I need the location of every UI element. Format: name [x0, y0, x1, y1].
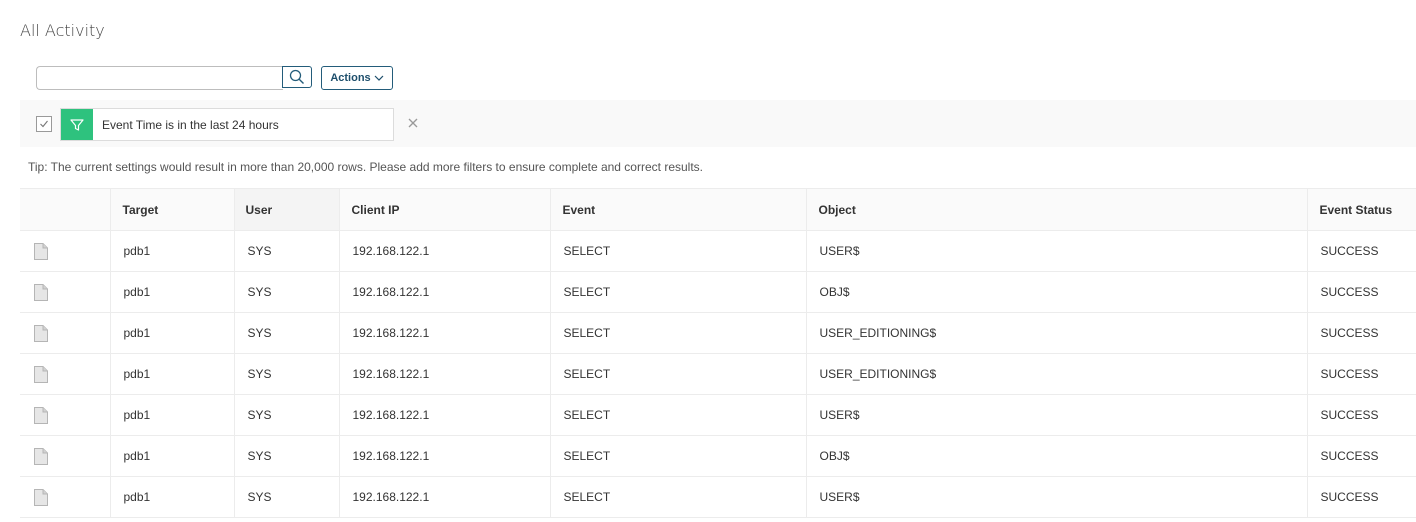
cell-user: SYS	[233, 271, 339, 313]
table-row[interactable]: pdb1 SYS 192.168.122.1 SELECT OBJ$ SUCCE…	[20, 271, 1416, 313]
row-icon-cell	[20, 230, 110, 272]
row-icon-cell	[20, 312, 110, 354]
filter-funnel-icon	[70, 118, 84, 131]
column-header-event[interactable]: Event	[549, 188, 806, 231]
cell-target: pdb1	[109, 394, 234, 436]
cell-object: USER$	[805, 230, 1307, 272]
document-icon[interactable]	[34, 242, 48, 260]
cell-client-ip: 192.168.122.1	[338, 435, 550, 477]
row-icon-cell	[20, 476, 110, 518]
cell-object: USER$	[805, 394, 1307, 436]
table-row[interactable]: pdb1 SYS 192.168.122.1 SELECT USER$ SUCC…	[20, 394, 1416, 436]
column-header-client-ip[interactable]: Client IP	[338, 188, 550, 231]
cell-object: OBJ$	[805, 271, 1307, 313]
filter-pill-icon-box	[61, 109, 93, 140]
cell-user: SYS	[233, 476, 339, 518]
cell-event-status: SUCCESS	[1306, 312, 1416, 354]
table-row[interactable]: pdb1 SYS 192.168.122.1 SELECT USER_EDITI…	[20, 353, 1416, 395]
activity-table: Target User Client IP Event Object Event…	[20, 188, 1416, 518]
cell-user: SYS	[233, 230, 339, 272]
cell-client-ip: 192.168.122.1	[338, 353, 550, 395]
cell-target: pdb1	[109, 271, 234, 313]
filter-checkbox[interactable]	[36, 116, 52, 132]
cell-object: USER_EDITIONING$	[805, 312, 1307, 354]
document-icon[interactable]	[34, 406, 48, 424]
cell-object: OBJ$	[805, 435, 1307, 477]
document-icon[interactable]	[34, 365, 48, 383]
cell-client-ip: 192.168.122.1	[338, 271, 550, 313]
document-icon[interactable]	[34, 488, 48, 506]
cell-event-status: SUCCESS	[1306, 353, 1416, 395]
filter-bar: Event Time is in the last 24 hours	[20, 100, 1416, 147]
cell-event: SELECT	[549, 476, 806, 518]
cell-event-status: SUCCESS	[1306, 271, 1416, 313]
table-body: pdb1 SYS 192.168.122.1 SELECT USER$ SUCC…	[20, 230, 1416, 518]
checkmark-icon	[40, 120, 48, 128]
cell-event: SELECT	[549, 394, 806, 436]
cell-client-ip: 192.168.122.1	[338, 476, 550, 518]
column-header-target[interactable]: Target	[109, 188, 234, 231]
search-input[interactable]	[36, 66, 283, 90]
cell-object: USER_EDITIONING$	[805, 353, 1307, 395]
cell-event-status: SUCCESS	[1306, 230, 1416, 272]
close-icon	[408, 118, 418, 128]
table-row[interactable]: pdb1 SYS 192.168.122.1 SELECT OBJ$ SUCCE…	[20, 435, 1416, 477]
column-header-object[interactable]: Object	[805, 188, 1307, 231]
row-icon-cell	[20, 394, 110, 436]
cell-target: pdb1	[109, 435, 234, 477]
actions-button[interactable]: Actions	[321, 66, 393, 90]
tip-text: Tip: The current settings would result i…	[28, 160, 703, 174]
cell-target: pdb1	[109, 476, 234, 518]
page-title: All Activity	[20, 21, 105, 40]
column-header-event-status[interactable]: Event Status	[1306, 188, 1416, 231]
cell-user: SYS	[233, 353, 339, 395]
cell-user: SYS	[233, 435, 339, 477]
actions-button-label: Actions	[330, 72, 371, 84]
table-row[interactable]: pdb1 SYS 192.168.122.1 SELECT USER$ SUCC…	[20, 476, 1416, 518]
cell-event: SELECT	[549, 353, 806, 395]
cell-event-status: SUCCESS	[1306, 435, 1416, 477]
search-button[interactable]	[282, 66, 312, 88]
cell-user: SYS	[233, 312, 339, 354]
cell-event: SELECT	[549, 312, 806, 354]
filter-remove-button[interactable]	[406, 115, 420, 131]
cell-client-ip: 192.168.122.1	[338, 230, 550, 272]
row-icon-cell	[20, 353, 110, 395]
table-header-row: Target User Client IP Event Object Event…	[20, 188, 1416, 231]
cell-target: pdb1	[109, 353, 234, 395]
column-header-icon	[20, 188, 110, 231]
row-icon-cell	[20, 435, 110, 477]
table-row[interactable]: pdb1 SYS 192.168.122.1 SELECT USER_EDITI…	[20, 312, 1416, 354]
cell-event-status: SUCCESS	[1306, 476, 1416, 518]
cell-target: pdb1	[109, 312, 234, 354]
cell-event-status: SUCCESS	[1306, 394, 1416, 436]
filter-pill[interactable]: Event Time is in the last 24 hours	[60, 108, 394, 141]
cell-client-ip: 192.168.122.1	[338, 312, 550, 354]
column-header-user[interactable]: User	[233, 188, 339, 231]
row-icon-cell	[20, 271, 110, 313]
cell-event: SELECT	[549, 271, 806, 313]
document-icon[interactable]	[34, 283, 48, 301]
cell-event: SELECT	[549, 435, 806, 477]
filter-pill-label: Event Time is in the last 24 hours	[102, 117, 279, 132]
search-icon	[289, 69, 304, 84]
cell-event: SELECT	[549, 230, 806, 272]
document-icon[interactable]	[34, 324, 48, 342]
document-icon[interactable]	[34, 447, 48, 465]
cell-target: pdb1	[109, 230, 234, 272]
cell-client-ip: 192.168.122.1	[338, 394, 550, 436]
table-row[interactable]: pdb1 SYS 192.168.122.1 SELECT USER$ SUCC…	[20, 230, 1416, 272]
cell-object: USER$	[805, 476, 1307, 518]
cell-user: SYS	[233, 394, 339, 436]
chevron-down-icon	[374, 75, 384, 81]
